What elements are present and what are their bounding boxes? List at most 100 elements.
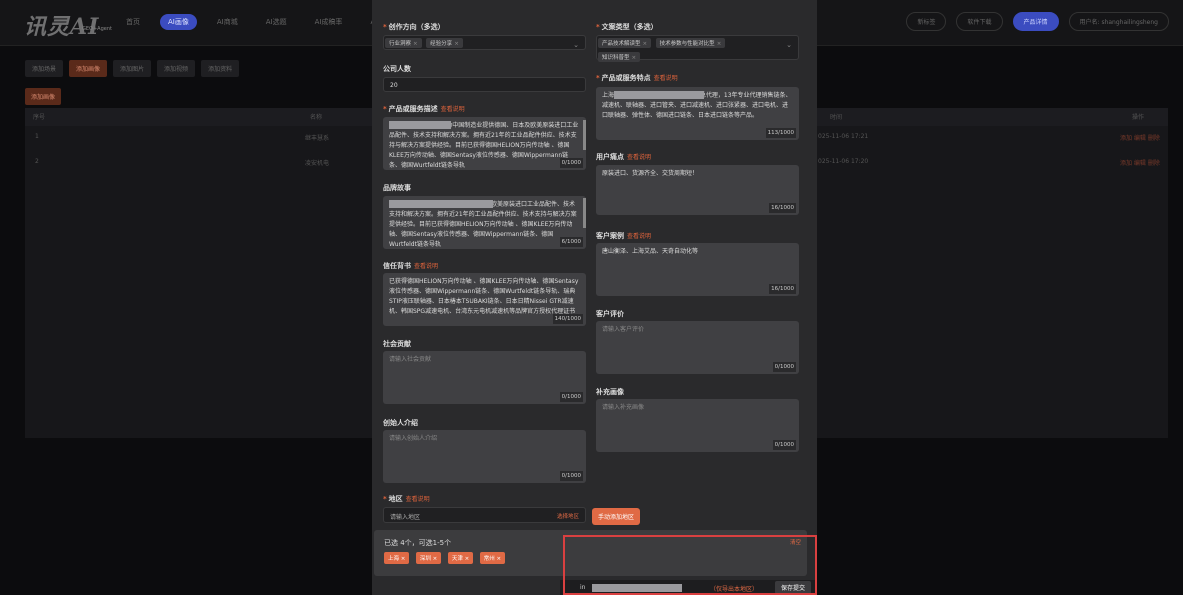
top-nav: 首页 AI画像 AI商城 AI选题 AI成稿率 AI智能体 xyxy=(118,14,406,30)
region-label: * 地区 查看说明 xyxy=(383,495,430,503)
doc-type-select[interactable]: 产品技术解读型 × 技术参数与性能对比型 × 知识科普型 × ⌄ xyxy=(596,35,799,62)
doc-type-label: * 文案类型（多选） xyxy=(596,23,658,31)
founder-counter: 0/1000 xyxy=(559,471,583,481)
region-input[interactable]: 请输入地区 选择地区 xyxy=(383,507,586,523)
doc-type-tag: 技术参数与性能对比型 × xyxy=(655,38,726,48)
region-tags: 上海 × 深圳 × 天津 × 常州 × xyxy=(384,552,509,564)
profile-textarea[interactable]: 请输入补充画像 0/1000 xyxy=(596,399,799,452)
user-menu[interactable]: 用户名: shanghailingsheng xyxy=(1068,12,1169,31)
desc-counter: 0/1000 xyxy=(559,158,583,168)
selected-summary: 已选 4个，可选1-5个 xyxy=(384,539,452,547)
tab-image[interactable]: 添加图片 xyxy=(113,60,152,77)
desc-textarea[interactable]: 公司（LSPTC），专注为中国制造业提供德国、日本及欧美原装进口工业品配件、技术… xyxy=(383,117,586,170)
review-textarea[interactable]: 请输入客户评价 0/1000 xyxy=(596,321,799,374)
col-time: 时间 xyxy=(830,114,843,121)
row-time: 025-11-06 17:21 xyxy=(818,133,869,140)
region-tag[interactable]: 深圳 × xyxy=(415,552,442,564)
features-counter: 113/1000 xyxy=(765,128,796,138)
chevron-down-icon: ⌄ xyxy=(573,41,579,49)
row-no: 1 xyxy=(35,133,39,140)
row-time: 025-11-06 17:20 xyxy=(818,158,869,165)
nav-ai-topics[interactable]: AI选题 xyxy=(258,14,295,30)
trust-textarea[interactable]: 已获得德国HELION万向传动轴 、德国KLEE万向传动轴、德国Sentasy液… xyxy=(383,273,586,326)
close-icon: × xyxy=(413,41,418,47)
review-counter: 0/1000 xyxy=(772,362,796,372)
pain-label: 用户痛点 查看说明 xyxy=(596,153,652,161)
doc-type-tag: 知识科普型 × xyxy=(598,52,641,62)
profile-counter: 0/1000 xyxy=(772,440,796,450)
story-counter: 6/1000 xyxy=(559,237,583,247)
features-label: * 产品或服务特点 查看说明 xyxy=(596,74,678,82)
review-label: 客户评价 xyxy=(596,310,624,318)
founder-label: 创始人介绍 xyxy=(383,419,418,427)
direction-label: * 创作方向（多选） xyxy=(383,23,445,31)
col-no: 序号 xyxy=(33,114,46,121)
top-right: 新标签 软件下载 产品详情 用户名: shanghailingsheng xyxy=(906,12,1169,31)
social-counter: 0/1000 xyxy=(559,392,583,402)
redacted-block xyxy=(614,91,704,99)
redacted-block xyxy=(389,200,493,208)
nav-ai-rate[interactable]: AI成稿率 xyxy=(307,14,351,30)
scrollbar[interactable] xyxy=(583,198,586,228)
company-size-label: 公司人数 xyxy=(383,65,411,73)
cases-textarea[interactable]: 唐山衡泽、上海艾品、天奇自动化等 16/1000 xyxy=(596,243,799,296)
close-icon: × xyxy=(631,55,637,61)
tab-profile[interactable]: 添加画像 xyxy=(69,60,108,77)
row-no: 2 xyxy=(35,158,39,165)
pain-hint-link[interactable]: 查看说明 xyxy=(627,154,651,161)
trust-hint-link[interactable]: 查看说明 xyxy=(414,263,438,270)
pick-region-link[interactable]: 选择地区 xyxy=(557,512,579,520)
pain-textarea[interactable]: 原装进口、货源齐全、交货周期短！ 16/1000 xyxy=(596,165,799,215)
tab-scene[interactable]: 添加场景 xyxy=(25,60,64,77)
add-profile-button[interactable]: 添加画像 xyxy=(25,88,62,105)
cases-label: 客户案例 查看说明 xyxy=(596,232,652,240)
region-tag[interactable]: 天津 × xyxy=(447,552,474,564)
close-icon: × xyxy=(716,41,722,47)
social-label: 社会贡献 xyxy=(383,340,411,348)
features-hint-link[interactable]: 查看说明 xyxy=(654,75,678,82)
features-textarea[interactable]: 上海 艾司匹茨，德本特进口品牌中国总代理，13年专业代理销售链条、减速机、联轴器… xyxy=(596,87,799,140)
nav-ai-profile[interactable]: AI画像 xyxy=(160,14,197,30)
company-size-input[interactable]: 20 xyxy=(383,77,586,92)
tab-video[interactable]: 添加视频 xyxy=(157,60,196,77)
row-name: 凌安机电 xyxy=(305,160,330,167)
row-actions[interactable]: 添加 编辑 删除 xyxy=(1120,158,1160,167)
nav-home[interactable]: 首页 xyxy=(118,14,148,30)
direction-tag: 行业洞察 × xyxy=(385,38,422,48)
desc-hint-link[interactable]: 查看说明 xyxy=(441,106,465,113)
highlight-frame xyxy=(563,535,817,595)
story-textarea[interactable]: ，专注为中国制造业提供德国、日本及欧美原装进口工业品配件、技术支持和解决方案。拥… xyxy=(383,196,586,249)
redacted-block xyxy=(389,121,451,129)
founder-textarea[interactable]: 请输入创始人介绍 0/1000 xyxy=(383,430,586,483)
col-name: 名称 xyxy=(310,114,323,121)
direction-select[interactable]: 行业洞察 × 经验分享 × ⌄ xyxy=(383,35,586,50)
pain-counter: 16/1000 xyxy=(769,203,796,213)
close-icon: × xyxy=(642,41,648,47)
cases-counter: 16/1000 xyxy=(769,284,796,294)
product-detail-button[interactable]: 产品详情 xyxy=(1012,12,1059,31)
logo: 讯灵AI xyxy=(24,14,100,40)
new-tab-button[interactable]: 新标签 xyxy=(906,12,947,31)
chevron-down-icon: ⌄ xyxy=(786,41,792,49)
download-button[interactable]: 软件下载 xyxy=(956,12,1003,31)
scrollbar[interactable] xyxy=(583,120,586,150)
nav-ai-mall[interactable]: AI商城 xyxy=(209,14,246,30)
add-region-button[interactable]: 手动添加地区 xyxy=(592,508,641,525)
content-tabs: 添加场景 添加画像 添加图片 添加视频 添加资料 xyxy=(25,60,240,77)
close-icon: × xyxy=(454,41,459,47)
trust-label: 信任背书 查看说明 xyxy=(383,262,439,270)
trust-counter: 140/1000 xyxy=(552,314,583,324)
tab-material[interactable]: 添加资料 xyxy=(201,60,240,77)
logo-subtitle: GEO+Agent xyxy=(82,26,112,32)
region-tag[interactable]: 常州 × xyxy=(479,552,506,564)
region-hint-link[interactable]: 查看说明 xyxy=(406,496,430,503)
row-actions[interactable]: 添加 编辑 删除 xyxy=(1120,133,1160,142)
story-label: 品牌故事 xyxy=(383,184,411,192)
desc-label: * 产品或服务描述 查看说明 xyxy=(383,105,465,113)
region-tag[interactable]: 上海 × xyxy=(384,552,410,564)
cases-hint-link[interactable]: 查看说明 xyxy=(627,233,651,240)
doc-type-tag: 产品技术解读型 × xyxy=(598,38,652,48)
social-textarea[interactable]: 请输入社会贡献 0/1000 xyxy=(383,351,586,404)
profile-label: 补充画像 xyxy=(596,388,624,396)
col-actions: 操作 xyxy=(1132,114,1145,121)
